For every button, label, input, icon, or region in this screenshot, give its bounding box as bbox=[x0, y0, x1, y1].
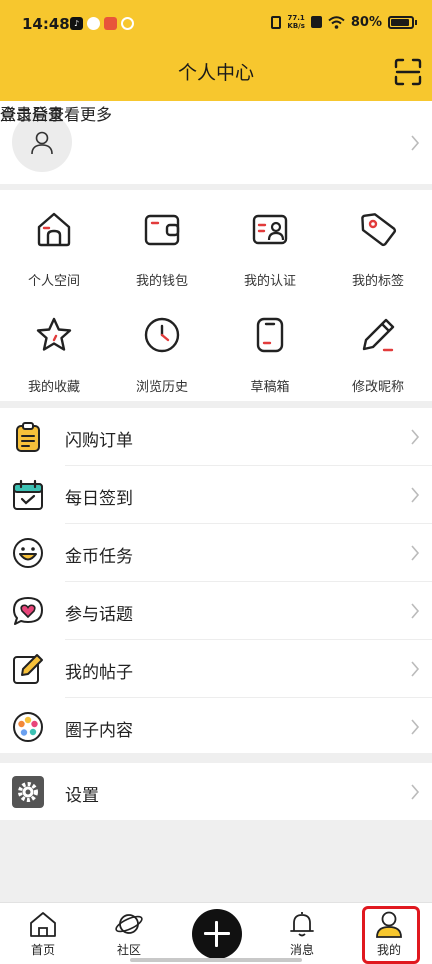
pencil-icon bbox=[362, 318, 395, 352]
battery-percent: 80% bbox=[350, 14, 382, 30]
tiktok-icon: ♪ bbox=[70, 17, 83, 30]
planet-icon bbox=[115, 914, 143, 934]
header-bar: 14:48 ♪ 77.1 KB/s 80% 个人中心 bbox=[0, 0, 432, 101]
home-indicator bbox=[130, 958, 302, 962]
tab-messages[interactable]: 消息 bbox=[259, 903, 345, 964]
home-tab-icon bbox=[30, 912, 56, 937]
grid-item-space[interactable]: 个人空间 bbox=[0, 190, 108, 290]
tab-community[interactable]: 社区 bbox=[86, 903, 172, 964]
edit-post-icon bbox=[13, 654, 43, 684]
vibrate-icon bbox=[271, 15, 282, 29]
chevron-right-icon bbox=[411, 545, 420, 561]
bottom-tab-bar: 首页 社区 消息 我的 bbox=[0, 902, 432, 964]
menu-list: 闪购订单 每日签到 金币任务 参与话题 我的帖子 圈子内容 bbox=[0, 408, 432, 753]
draft-icon bbox=[256, 317, 284, 353]
net-speed: 77.1 KB/s bbox=[287, 14, 305, 30]
smile-icon bbox=[13, 538, 43, 568]
app-notification-icon bbox=[104, 17, 117, 30]
sync-icon bbox=[121, 17, 134, 30]
bell-icon bbox=[290, 912, 314, 937]
calendar-check-icon bbox=[13, 479, 43, 510]
chevron-right-icon bbox=[411, 135, 420, 151]
notification-icons: ♪ bbox=[70, 17, 134, 30]
chevron-right-icon bbox=[411, 719, 420, 735]
chevron-right-icon bbox=[411, 487, 420, 503]
heart-bubble-icon bbox=[13, 597, 43, 625]
nfc-icon bbox=[310, 16, 322, 28]
id-card-icon bbox=[252, 214, 288, 245]
grid-item-drafts[interactable]: 草稿箱 bbox=[216, 296, 324, 396]
grid-item-verify[interactable]: 我的认证 bbox=[216, 190, 324, 290]
publish-button[interactable] bbox=[192, 909, 242, 959]
grid-item-tags[interactable]: 我的标签 bbox=[324, 190, 432, 290]
wifi-icon bbox=[328, 15, 345, 29]
menu-item-coin-tasks[interactable]: 金币任务 bbox=[0, 524, 432, 582]
status-bar: 14:48 ♪ 77.1 KB/s 80% bbox=[0, 0, 432, 50]
cloud-icon bbox=[87, 17, 100, 30]
chevron-right-icon bbox=[411, 603, 420, 619]
grid-item-favorites[interactable]: 我的收藏 bbox=[0, 296, 108, 396]
settings-row[interactable]: 设置 bbox=[0, 763, 432, 820]
menu-item-circle-content[interactable]: 圈子内容 bbox=[0, 698, 432, 756]
status-right: 77.1 KB/s 80% bbox=[271, 14, 417, 30]
tab-home[interactable]: 首页 bbox=[0, 903, 86, 964]
wallet-icon bbox=[144, 214, 180, 246]
scan-icon[interactable] bbox=[394, 58, 422, 86]
page-title: 个人中心 bbox=[177, 62, 254, 84]
chevron-right-icon bbox=[411, 429, 420, 445]
grid-item-history[interactable]: 浏览历史 bbox=[108, 296, 216, 396]
grid-item-wallet[interactable]: 我的钱包 bbox=[108, 190, 216, 290]
chevron-right-icon bbox=[411, 661, 420, 677]
menu-item-daily-checkin[interactable]: 每日签到 bbox=[0, 466, 432, 524]
menu-item-flash-orders[interactable]: 闪购订单 bbox=[0, 408, 432, 466]
tab-highlight bbox=[362, 906, 420, 964]
menu-item-my-posts[interactable]: 我的帖子 bbox=[0, 640, 432, 698]
login-subtitle: 登录后查看更多 bbox=[0, 105, 113, 124]
home-icon bbox=[37, 212, 71, 247]
menu-item-topics[interactable]: 参与话题 bbox=[0, 582, 432, 640]
star-icon bbox=[36, 317, 72, 351]
circle-icon bbox=[13, 712, 43, 742]
settings-label: 设置 bbox=[65, 786, 99, 806]
tag-icon bbox=[361, 213, 397, 247]
status-time: 14:48 bbox=[22, 15, 70, 33]
feature-grid: 个人空间 我的钱包 我的认证 我的标签 我的收藏 浏览历史 草稿箱 修改昵称 bbox=[0, 190, 432, 401]
clipboard-icon bbox=[16, 422, 40, 452]
chevron-right-icon bbox=[411, 784, 420, 800]
grid-item-nickname[interactable]: 修改昵称 bbox=[324, 296, 432, 396]
battery-icon bbox=[388, 15, 417, 29]
gear-icon bbox=[12, 776, 44, 808]
clock-icon bbox=[144, 317, 180, 353]
